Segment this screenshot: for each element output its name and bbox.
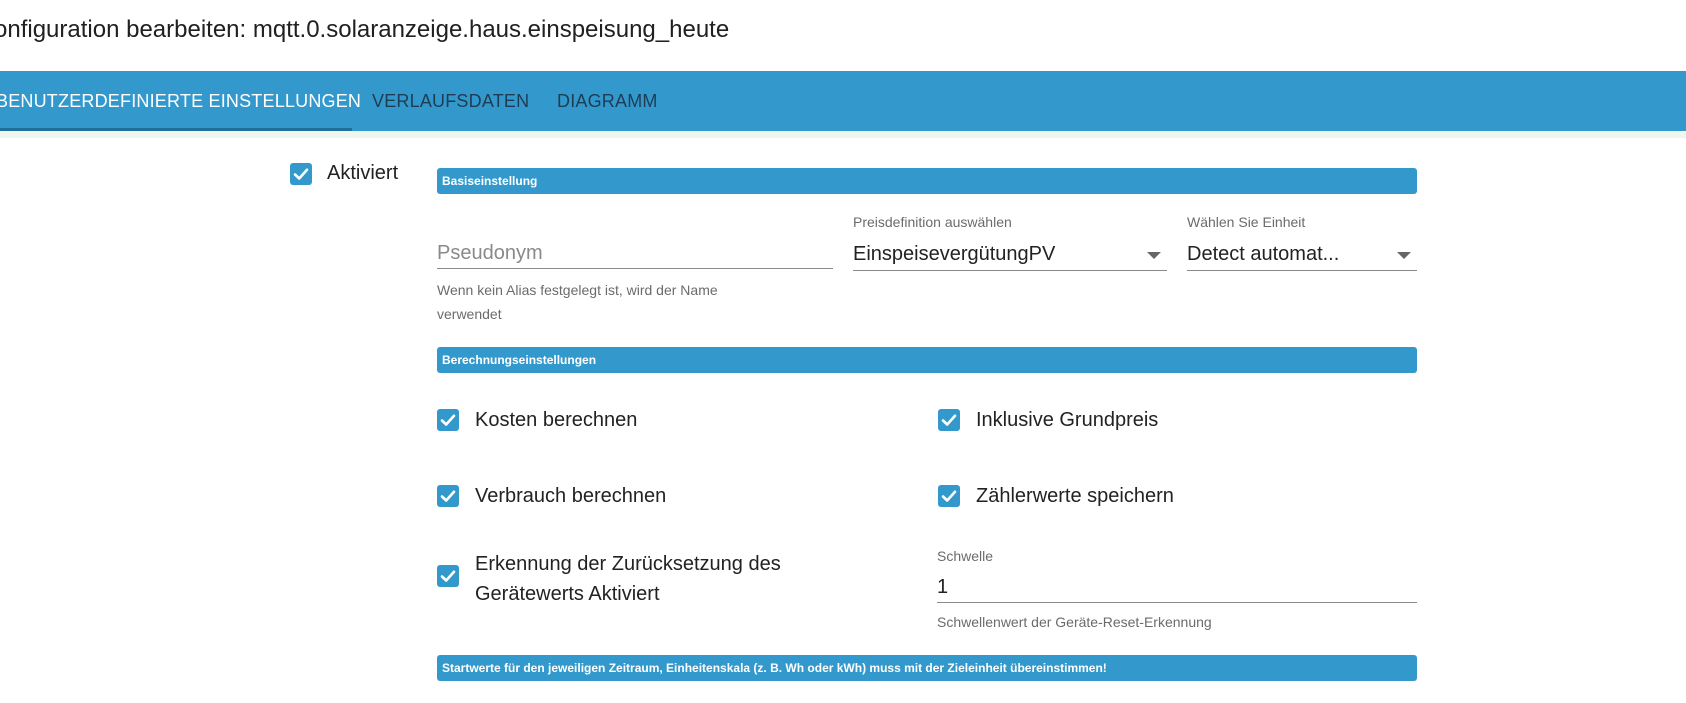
costs-label: Kosten berechnen: [475, 409, 638, 431]
price-select-label: Preisdefinition auswählen: [853, 214, 1012, 230]
meter-values-label: Zählerwerte speichern: [976, 485, 1174, 507]
reset-detection-label: Erkennung der Zurücksetzung des Gerätewe…: [475, 549, 781, 609]
reset-detection-label-line2: Gerätewerts Aktiviert: [475, 583, 660, 605]
section-header-start-values: Startwerte für den jeweiligen Zeitraum, …: [437, 655, 1417, 681]
dialog-title: onfiguration bearbeiten: mqtt.0.solaranz…: [0, 16, 730, 43]
alias-help-line1: Wenn kein Alias festgelegt ist, wird der…: [437, 282, 718, 298]
consumption-checkbox[interactable]: [437, 485, 459, 507]
consumption-label: Verbrauch berechnen: [475, 485, 667, 507]
base-price-label: Inklusive Grundpreis: [976, 409, 1159, 431]
checkmark-icon: [440, 570, 456, 582]
unit-select-label: Wählen Sie Einheit: [1187, 214, 1306, 230]
reset-detection-label-line1: Erkennung der Zurücksetzung des: [475, 553, 781, 575]
checkmark-icon: [941, 414, 957, 426]
config-dialog: onfiguration bearbeiten: mqtt.0.solaranz…: [0, 0, 1686, 703]
tab-chart[interactable]: DIAGRAMM: [557, 71, 658, 131]
enabled-checkbox[interactable]: [290, 163, 312, 185]
alias-help-line2: verwendet: [437, 306, 502, 322]
threshold-label: Schwelle: [937, 548, 994, 564]
threshold-input[interactable]: [937, 572, 1417, 603]
tab-bar: BENUTZERDEFINIERTE EINSTELLUNGEN VERLAUF…: [0, 71, 1686, 131]
meter-values-checkbox[interactable]: [938, 485, 960, 507]
price-select-value: EinspeisevergütungPV: [853, 243, 1056, 265]
checkmark-icon: [941, 490, 957, 502]
unit-select[interactable]: Detect automat...: [1187, 240, 1417, 271]
dropdown-arrow-icon: [1147, 252, 1161, 259]
enabled-label: Aktiviert: [327, 162, 399, 184]
dropdown-arrow-icon: [1397, 252, 1411, 259]
base-price-checkbox[interactable]: [938, 409, 960, 431]
alias-help-text: Wenn kein Alias festgelegt ist, wird der…: [437, 278, 837, 326]
reset-detection-checkbox[interactable]: [437, 565, 459, 587]
tab-custom-settings[interactable]: BENUTZERDEFINIERTE EINSTELLUNGEN: [0, 71, 361, 131]
checkmark-icon: [293, 168, 309, 180]
tab-history-data[interactable]: VERLAUFSDATEN: [372, 71, 529, 131]
tab-bar-divider: [0, 131, 1686, 138]
checkmark-icon: [440, 414, 456, 426]
unit-select-value: Detect automat...: [1187, 243, 1340, 265]
section-header-basic: Basiseinstellung: [437, 168, 1417, 194]
costs-checkbox[interactable]: [437, 409, 459, 431]
checkmark-icon: [440, 490, 456, 502]
section-header-calculation: Berechnungseinstellungen: [437, 347, 1417, 373]
threshold-help-text: Schwellenwert der Geräte-Reset-Erkennung: [937, 614, 1212, 630]
price-select[interactable]: EinspeisevergütungPV: [853, 240, 1167, 271]
alias-input[interactable]: [437, 238, 833, 269]
